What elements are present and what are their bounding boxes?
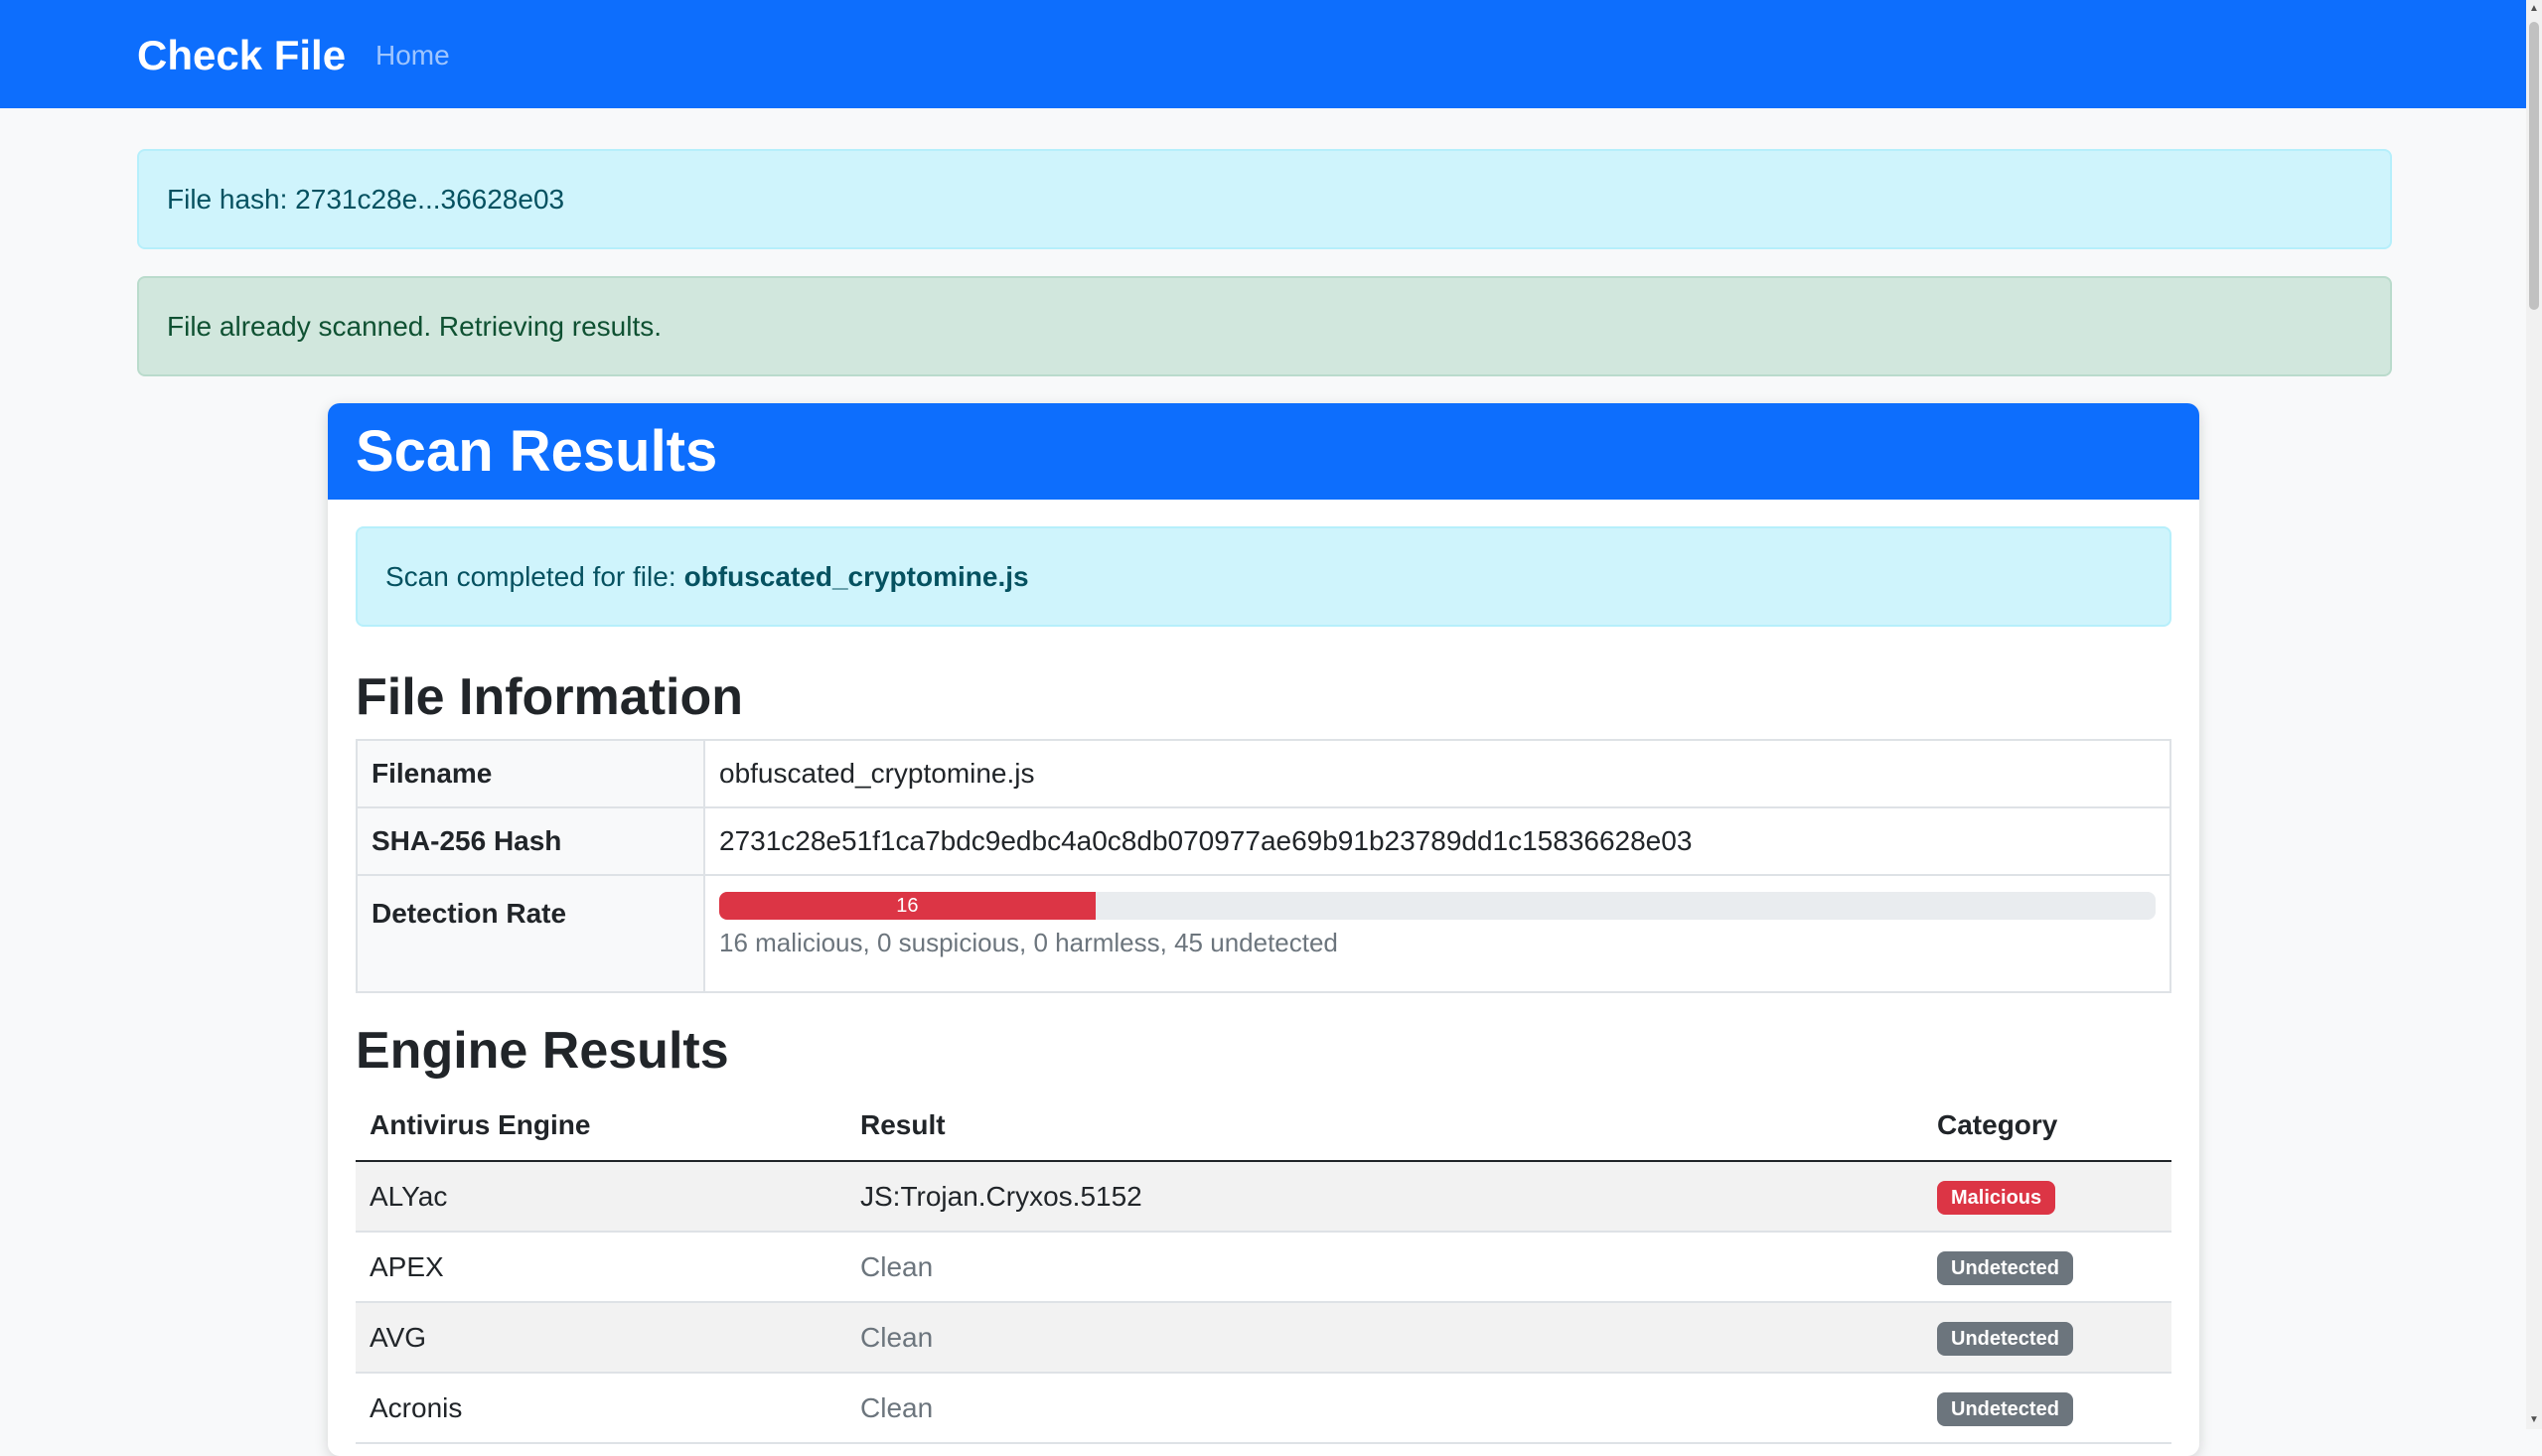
engine-name: APEX — [356, 1232, 846, 1303]
engine-result: Clean — [846, 1302, 1923, 1374]
column-header-category: Category — [1923, 1091, 2171, 1162]
hash-label: SHA-256 Hash — [356, 806, 705, 876]
page-scrollbar[interactable]: ▲ ▼ — [2526, 0, 2542, 1429]
scan-completed-alert: Scan completed for file: obfuscated_cryp… — [356, 526, 2171, 627]
category-badge: Malicious — [1937, 1180, 2056, 1215]
engine-result: Clean — [846, 1232, 1923, 1303]
table-row: APEX Clean Undetected — [356, 1232, 2171, 1303]
engine-name: Acronis — [356, 1373, 846, 1444]
already-scanned-text: File already scanned. Retrieving results… — [167, 310, 663, 342]
filename-value: obfuscated_cryptomine.js — [703, 739, 2171, 808]
scan-completed-text: Scan completed for file: — [385, 560, 676, 592]
engine-results-heading: Engine Results — [356, 1022, 729, 1080]
nav-home-link[interactable]: Home — [375, 36, 450, 75]
hash-value: 2731c28e51f1ca7bdc9edbc4a0c8db070977ae69… — [703, 806, 2171, 876]
category-cell: Undetected — [1923, 1232, 2171, 1303]
engine-result: Clean — [846, 1373, 1923, 1444]
column-header-engine: Antivirus Engine — [356, 1091, 846, 1162]
category-cell: Undetected — [1923, 1373, 2171, 1444]
engine-results-table: Antivirus Engine Result Category ALYac J… — [356, 1091, 2171, 1444]
scroll-up-icon[interactable]: ▲ — [2526, 2, 2542, 16]
file-hash-text: File hash: 2731c28e...36628e03 — [167, 183, 565, 215]
engine-name: AVG — [356, 1302, 846, 1374]
already-scanned-alert: File already scanned. Retrieving results… — [137, 276, 2392, 376]
detection-progress-bar: 16 — [719, 892, 1096, 920]
table-row: Filename obfuscated_cryptomine.js — [356, 739, 2171, 808]
detection-summary: 16 malicious, 0 suspicious, 0 harmless, … — [719, 928, 1338, 957]
engine-name: ALYac — [356, 1161, 846, 1233]
scan-results-card: Scan Results Scan completed for file: ob… — [328, 403, 2199, 1456]
detection-rate-cell: 16 16 malicious, 0 suspicious, 0 harmles… — [703, 874, 2171, 993]
scroll-down-icon[interactable]: ▼ — [2526, 1413, 2542, 1427]
file-information-heading: File Information — [356, 668, 743, 726]
detection-progress: 16 — [719, 892, 2156, 920]
table-row: AVG Clean Undetected — [356, 1302, 2171, 1374]
engine-result: JS:Trojan.Cryxos.5152 — [846, 1161, 1923, 1233]
table-row: ALYac JS:Trojan.Cryxos.5152 Malicious — [356, 1161, 2171, 1233]
file-info-table: Filename obfuscated_cryptomine.js SHA-25… — [356, 739, 2171, 993]
category-cell: Malicious — [1923, 1161, 2171, 1233]
category-badge: Undetected — [1937, 1391, 2073, 1426]
table-row: SHA-256 Hash 2731c28e51f1ca7bdc9edbc4a0c… — [356, 806, 2171, 876]
category-cell: Undetected — [1923, 1302, 2171, 1374]
table-header-row: Antivirus Engine Result Category — [356, 1091, 2171, 1162]
column-header-result: Result — [846, 1091, 1923, 1162]
table-row: Acronis Clean Undetected — [356, 1373, 2171, 1444]
brand-link[interactable]: Check File — [137, 28, 346, 83]
category-badge: Undetected — [1937, 1250, 2073, 1285]
file-hash-alert: File hash: 2731c28e...36628e03 — [137, 149, 2392, 249]
scrollbar-thumb[interactable] — [2529, 22, 2539, 310]
table-row: Detection Rate 16 16 malicious, 0 suspic… — [356, 874, 2171, 993]
filename-label: Filename — [356, 739, 705, 808]
navbar: Check File Home — [0, 0, 2526, 108]
category-badge: Undetected — [1937, 1321, 2073, 1356]
detection-rate-label: Detection Rate — [356, 874, 705, 993]
scan-completed-filename: obfuscated_cryptomine.js — [683, 560, 1029, 592]
scan-results-title: Scan Results — [328, 403, 2199, 500]
